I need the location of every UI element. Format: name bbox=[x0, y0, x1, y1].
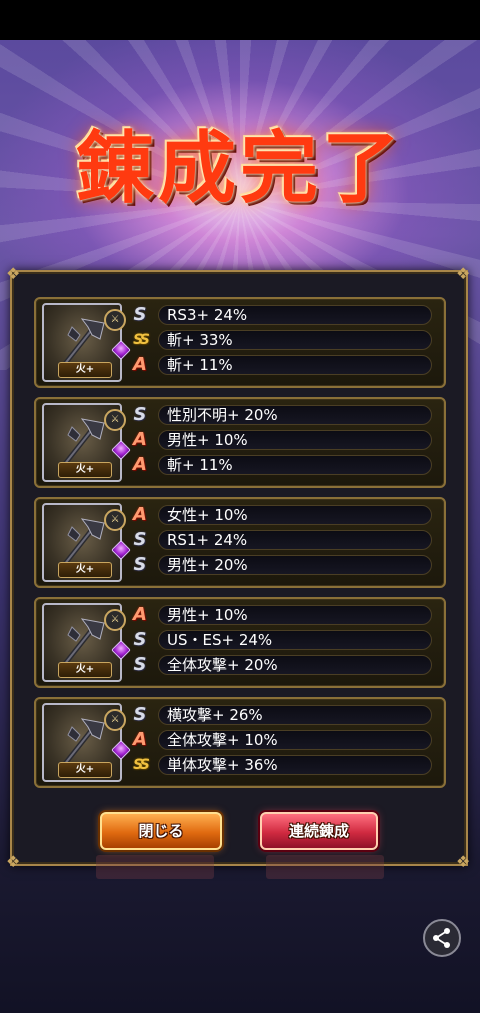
weapon-result-card: 火+ ⚔ S 性別不明+ 20% A 男性+ 10% A 斬+ 11% bbox=[34, 397, 446, 488]
corner-ornament-icon: ❖ bbox=[6, 852, 21, 871]
ability-row: A 斬+ 11% bbox=[128, 453, 438, 477]
rank-icon: S bbox=[133, 654, 147, 675]
rank-icon: A bbox=[133, 454, 147, 475]
rank-icon: SS bbox=[133, 757, 150, 773]
ability-list: S 横攻撃+ 26% A 全体攻撃+ 10% SS 単体攻撃+ 36% bbox=[128, 703, 438, 778]
share-icon bbox=[433, 928, 450, 948]
weapon-thumbnail[interactable]: 火+ ⚔ bbox=[42, 503, 131, 582]
ability-text: 性別不明+ 20% bbox=[158, 405, 432, 425]
ability-row: S RS3+ 24% bbox=[128, 303, 438, 327]
ability-text: 全体攻撃+ 10% bbox=[158, 730, 432, 750]
ability-text: 男性+ 10% bbox=[158, 605, 432, 625]
share-button[interactable] bbox=[423, 919, 461, 957]
weapon-result-card: 火+ ⚔ S RS3+ 24% SS 斬+ 33% A 斬+ 11% bbox=[34, 297, 446, 388]
ability-list: A 男性+ 10% S US・ES+ 24% S 全体攻撃+ 20% bbox=[128, 603, 438, 678]
ability-text: RS1+ 24% bbox=[158, 530, 432, 550]
axe-icon bbox=[62, 518, 105, 567]
ability-row: A 全体攻撃+ 10% bbox=[128, 728, 438, 752]
ability-row: A 男性+ 10% bbox=[128, 603, 438, 627]
ability-text: 女性+ 10% bbox=[158, 505, 432, 525]
ability-text: 斬+ 11% bbox=[158, 355, 432, 375]
weapon-type-icon: ⚔ bbox=[104, 409, 126, 431]
ability-text: 単体攻撃+ 36% bbox=[158, 755, 432, 775]
ability-text: RS3+ 24% bbox=[158, 305, 432, 325]
ability-text: 斬+ 33% bbox=[158, 330, 432, 350]
weapon-thumbnail[interactable]: 火+ ⚔ bbox=[42, 603, 131, 682]
rank-icon: S bbox=[133, 554, 147, 575]
corner-ornament-icon: ❖ bbox=[456, 264, 471, 283]
ability-row: S 横攻撃+ 26% bbox=[128, 703, 438, 727]
ability-row: A 斬+ 11% bbox=[128, 353, 438, 377]
ability-text: 斬+ 11% bbox=[158, 455, 432, 475]
rank-icon: A bbox=[133, 604, 147, 625]
element-badge: 火+ bbox=[58, 462, 112, 478]
ability-row: A 男性+ 10% bbox=[128, 428, 438, 452]
weapon-type-icon: ⚔ bbox=[104, 709, 126, 731]
weapon-thumbnail[interactable]: 火+ ⚔ bbox=[42, 403, 131, 482]
ability-row: S US・ES+ 24% bbox=[128, 628, 438, 652]
ability-row: SS 斬+ 33% bbox=[128, 328, 438, 352]
ability-list: S 性別不明+ 20% A 男性+ 10% A 斬+ 11% bbox=[128, 403, 438, 478]
ability-text: US・ES+ 24% bbox=[158, 630, 432, 650]
element-badge: 火+ bbox=[58, 662, 112, 678]
weapon-type-icon: ⚔ bbox=[104, 509, 126, 531]
rank-icon: S bbox=[133, 704, 147, 725]
ability-row: S 性別不明+ 20% bbox=[128, 403, 438, 427]
ability-row: A 女性+ 10% bbox=[128, 503, 438, 527]
ability-text: 全体攻撃+ 20% bbox=[158, 655, 432, 675]
background-button-shadow bbox=[266, 855, 384, 879]
ability-list: A 女性+ 10% S RS1+ 24% S 男性+ 20% bbox=[128, 503, 438, 578]
axe-icon bbox=[62, 618, 105, 667]
close-button[interactable]: 閉じる bbox=[100, 812, 222, 850]
element-badge: 火+ bbox=[58, 762, 112, 778]
axe-icon bbox=[62, 418, 105, 467]
result-title: 錬成完了 bbox=[75, 123, 404, 214]
rank-icon: S bbox=[133, 404, 147, 425]
weapon-type-icon: ⚔ bbox=[104, 609, 126, 631]
ability-row: S 全体攻撃+ 20% bbox=[128, 653, 438, 677]
axe-icon bbox=[62, 718, 105, 767]
rank-icon: S bbox=[133, 629, 147, 650]
ability-text: 横攻撃+ 26% bbox=[158, 705, 432, 725]
status-bar bbox=[0, 0, 480, 40]
rank-icon: A bbox=[133, 429, 147, 450]
rank-icon: A bbox=[133, 729, 147, 750]
ability-row: SS 単体攻撃+ 36% bbox=[128, 753, 438, 777]
weapon-result-card: 火+ ⚔ A 女性+ 10% S RS1+ 24% S 男性+ 20% bbox=[34, 497, 446, 588]
ability-list: S RS3+ 24% SS 斬+ 33% A 斬+ 11% bbox=[128, 303, 438, 378]
weapon-thumbnail[interactable]: 火+ ⚔ bbox=[42, 303, 131, 382]
rank-icon: A bbox=[133, 354, 147, 375]
rank-icon: S bbox=[133, 529, 147, 550]
corner-ornament-icon: ❖ bbox=[456, 852, 471, 871]
background-button-shadow bbox=[96, 855, 214, 879]
corner-ornament-icon: ❖ bbox=[6, 264, 21, 283]
rank-icon: SS bbox=[133, 332, 150, 348]
weapon-type-icon: ⚔ bbox=[104, 309, 126, 331]
element-badge: 火+ bbox=[58, 362, 112, 378]
element-badge: 火+ bbox=[58, 562, 112, 578]
rank-icon: A bbox=[133, 504, 147, 525]
axe-icon bbox=[62, 318, 105, 367]
continuous-refine-button[interactable]: 連続錬成 bbox=[260, 812, 378, 850]
weapon-result-card: 火+ ⚔ S 横攻撃+ 26% A 全体攻撃+ 10% SS 単体攻撃+ 36% bbox=[34, 697, 446, 788]
ability-row: S 男性+ 20% bbox=[128, 553, 438, 577]
ability-row: S RS1+ 24% bbox=[128, 528, 438, 552]
rank-icon: S bbox=[133, 304, 147, 325]
ability-text: 男性+ 20% bbox=[158, 555, 432, 575]
ability-text: 男性+ 10% bbox=[158, 430, 432, 450]
weapon-result-card: 火+ ⚔ A 男性+ 10% S US・ES+ 24% S 全体攻撃+ 20% bbox=[34, 597, 446, 688]
weapon-thumbnail[interactable]: 火+ ⚔ bbox=[42, 703, 131, 782]
